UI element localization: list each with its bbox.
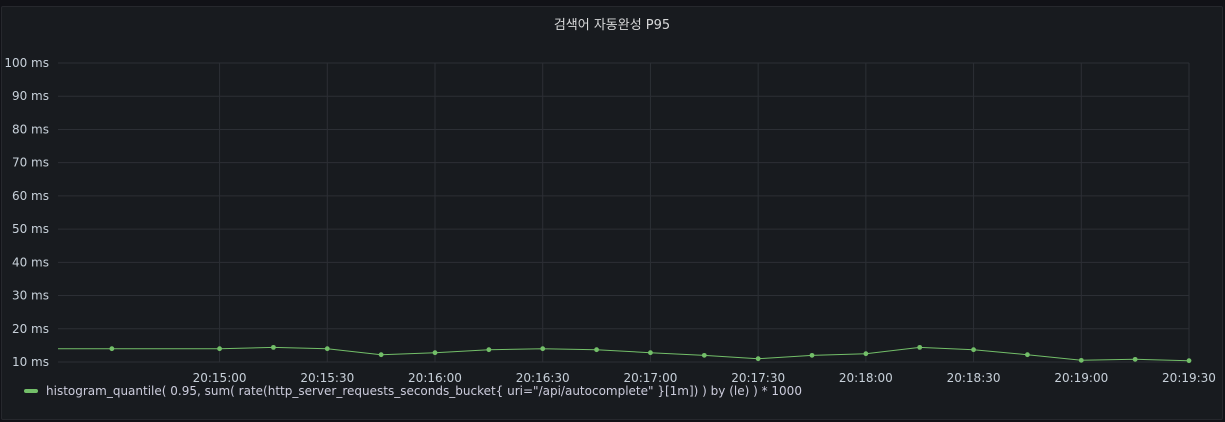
legend[interactable]: histogram_quantile( 0.95, sum( rate(http… — [24, 384, 802, 398]
data-point[interactable] — [432, 350, 438, 356]
data-point[interactable] — [755, 356, 761, 362]
y-tick-label: 30 ms — [12, 289, 49, 303]
x-tick-label: 20:15:30 — [300, 371, 354, 385]
data-point[interactable] — [378, 352, 384, 358]
x-tick-label: 20:18:00 — [839, 371, 893, 385]
data-point[interactable] — [217, 346, 222, 352]
data-point[interactable] — [863, 351, 869, 357]
legend-swatch — [24, 389, 38, 393]
x-tick-label: 20:16:30 — [516, 371, 570, 385]
data-point[interactable] — [1132, 356, 1138, 362]
y-tick-label: 90 ms — [12, 89, 49, 103]
series-line — [58, 346, 1190, 362]
grid-lines — [58, 62, 1190, 363]
data-point[interactable] — [917, 344, 923, 350]
x-tick-label: 20:18:30 — [947, 371, 1001, 385]
x-tick-label: 20:17:00 — [623, 371, 677, 385]
y-tick-label: 40 ms — [12, 255, 49, 269]
data-point[interactable] — [109, 346, 115, 352]
data-point[interactable] — [540, 346, 546, 352]
y-tick-label: 10 ms — [12, 355, 49, 369]
x-axis: 20:15:00 20:15:30 20:16:00 20:16:30 20:17:00… — [193, 371, 1216, 385]
x-tick-label: 20:16:00 — [408, 371, 462, 385]
data-point[interactable] — [271, 344, 276, 350]
data-point[interactable] — [971, 347, 976, 353]
y-axis: 10 ms 20 ms 30 ms 40 ms 50 ms 60 ms 70 ms 80 ms… — [4, 56, 49, 369]
data-point[interactable] — [324, 346, 330, 352]
data-point[interactable] — [1078, 357, 1084, 363]
y-tick-label: 70 ms — [12, 156, 49, 170]
data-point[interactable] — [648, 350, 653, 356]
data-point[interactable] — [594, 347, 599, 353]
data-point[interactable] — [486, 347, 492, 353]
y-tick-label: 80 ms — [12, 122, 49, 136]
y-tick-label: 100 ms — [4, 56, 49, 70]
data-point[interactable] — [1186, 358, 1192, 364]
line-chart: 10 ms 20 ms 30 ms 40 ms 50 ms 60 ms 70 ms 80 ms… — [4, 56, 1216, 385]
y-tick-label: 60 ms — [12, 189, 49, 203]
data-point[interactable] — [809, 352, 815, 358]
data-point[interactable] — [1025, 352, 1030, 358]
y-tick-label: 50 ms — [12, 222, 49, 236]
x-tick-label: 20:17:30 — [731, 371, 785, 385]
y-tick-label: 20 ms — [12, 322, 49, 336]
legend-label: histogram_quantile( 0.95, sum( rate(http… — [46, 384, 802, 398]
data-point[interactable] — [701, 352, 707, 358]
x-tick-label: 20:15:00 — [193, 371, 247, 385]
x-tick-label: 20:19:30 — [1162, 371, 1216, 385]
series-layer — [58, 344, 1192, 364]
x-tick-label: 20:19:00 — [1054, 371, 1108, 385]
